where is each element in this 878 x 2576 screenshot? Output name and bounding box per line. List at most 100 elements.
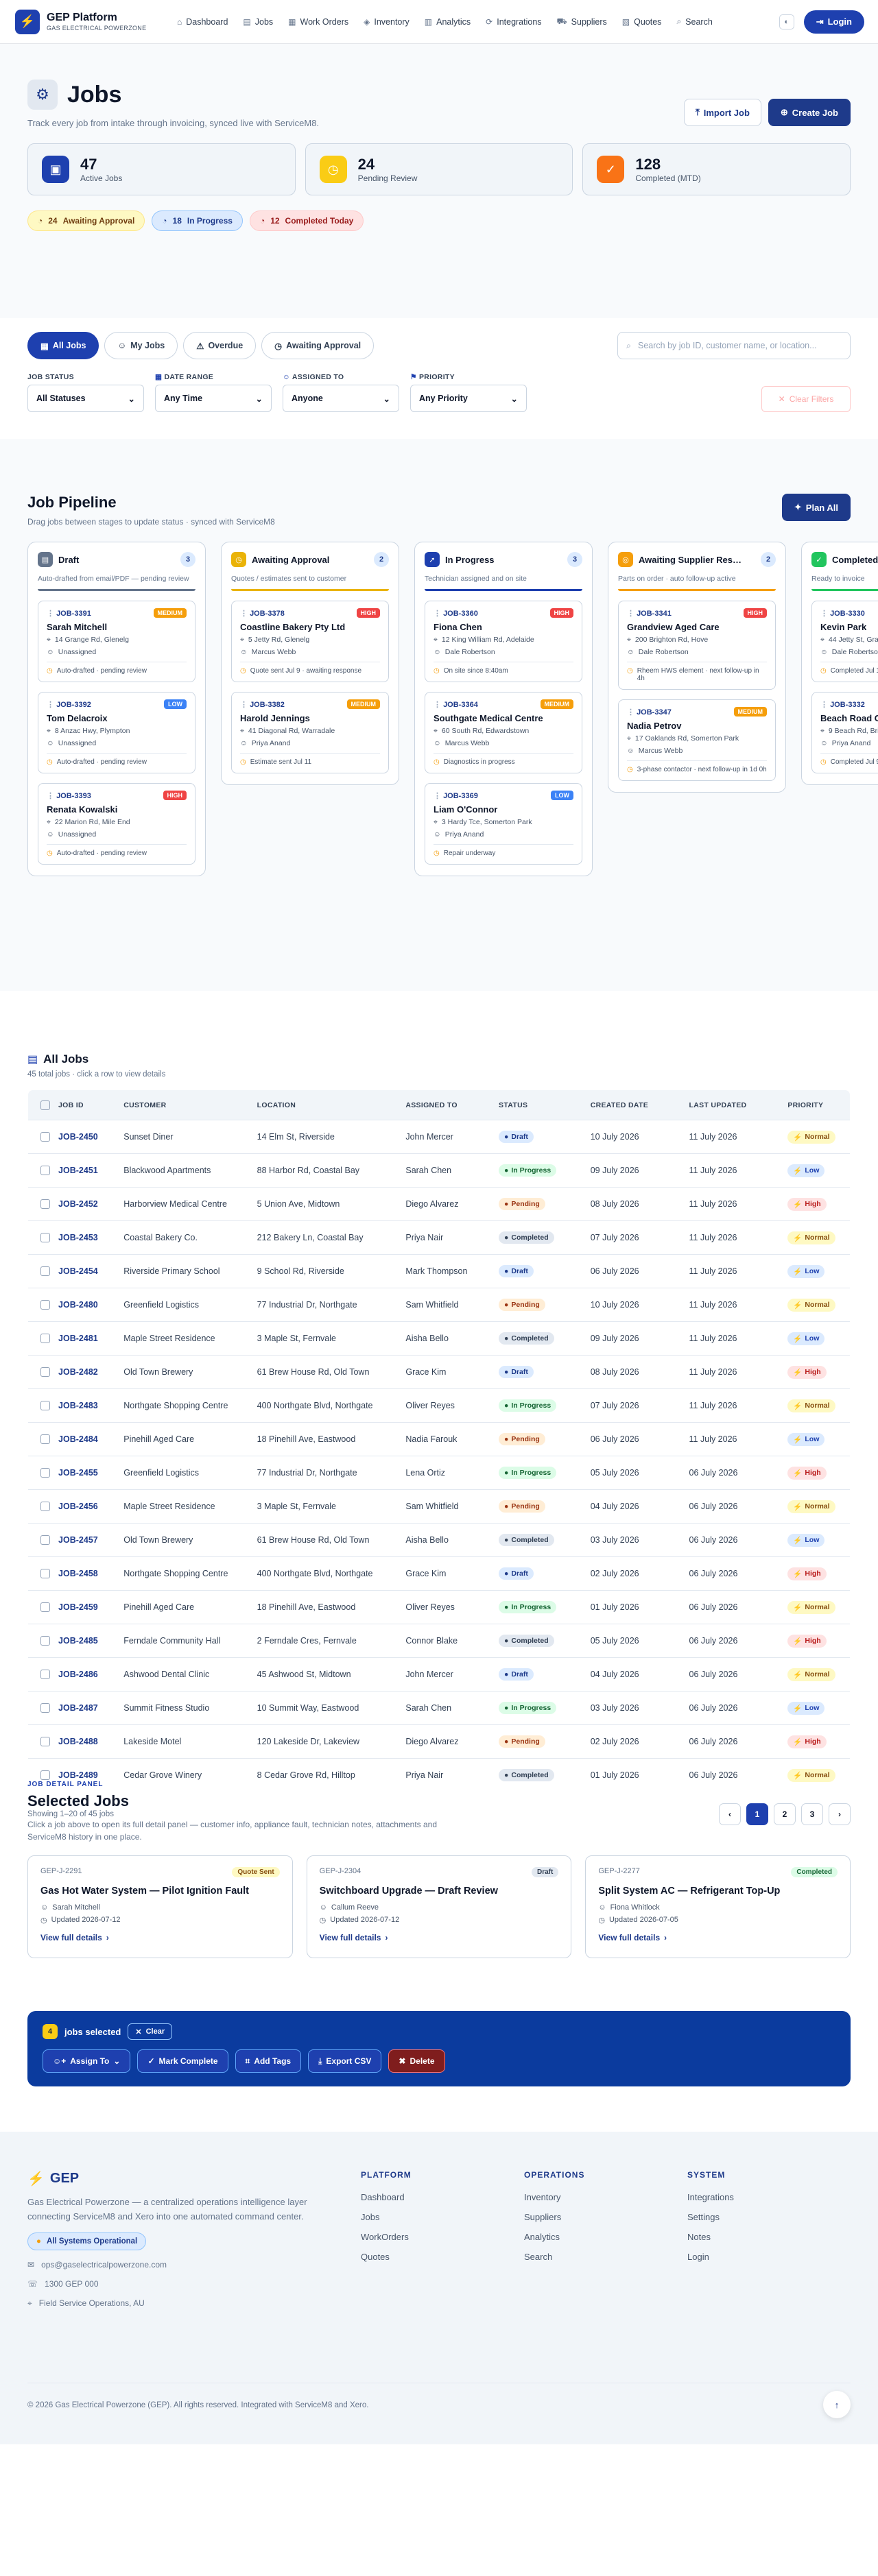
job-id-link[interactable]: JOB-2453 <box>58 1233 98 1242</box>
tab-overdue[interactable]: ⚠ Overdue <box>183 332 257 359</box>
row-checkbox[interactable] <box>40 1401 50 1410</box>
job-id-link[interactable]: JOB-2482 <box>58 1367 98 1377</box>
filter-select[interactable]: All Statuses ⌄ <box>27 385 144 412</box>
page-button[interactable]: › <box>829 1803 851 1825</box>
status-pill[interactable]: ◔ 24 Awaiting Approval <box>27 210 145 231</box>
table-row[interactable]: JOB-2459 Pinehill Aged Care 18 Pinehill Av… <box>28 1590 850 1624</box>
table-row[interactable]: JOB-2484 Pinehill Aged Care 18 Pinehill Av… <box>28 1422 850 1456</box>
column-header[interactable]: ASSIGNED TO <box>405 1090 499 1120</box>
delete-button[interactable]: ✖ Delete <box>388 2049 445 2073</box>
page-button[interactable]: 2 <box>774 1803 796 1825</box>
job-card[interactable]: ⋮ JOB-3378 HIGH Coastline Bakery Pty Ltd ⌖ 5… <box>231 601 389 683</box>
nav-link-dashboard[interactable]: ⌂ Dashboard <box>177 16 228 27</box>
table-row[interactable]: JOB-2483 Northgate Shopping Centre 400 Nor… <box>28 1388 850 1423</box>
job-card[interactable]: ⋮ JOB-3393 HIGH Renata Kowalski ⌖ 22 Marion … <box>38 783 195 865</box>
job-id-link[interactable]: JOB-2450 <box>58 1132 98 1142</box>
drag-handle-icon[interactable]: ⋮ <box>47 701 54 709</box>
row-checkbox[interactable] <box>40 1502 50 1511</box>
row-checkbox[interactable] <box>40 1569 50 1578</box>
job-card[interactable]: ⋮ JOB-3332LOWBeach Road Cafe⌖9 Beach Rd,… <box>811 692 878 774</box>
footer-link[interactable]: Settings <box>687 2212 851 2222</box>
page-button[interactable]: 1 <box>746 1803 768 1825</box>
add-tags-button[interactable]: ⌗ Add Tags <box>235 2049 302 2073</box>
filter-select[interactable]: Any Time ⌄ <box>155 385 272 412</box>
job-card[interactable]: ⋮ JOB-3369 LOW Liam O'Connor ⌖ 3 Hardy Tce, … <box>425 783 582 865</box>
selected-job-card[interactable]: GEP-J-2277 Completed Split System AC — Ref… <box>585 1855 851 1958</box>
job-id-link[interactable]: JOB-2489 <box>58 1770 98 1780</box>
table-row[interactable]: JOB-2452 Harborview Medical Centre 5 Union… <box>28 1187 850 1221</box>
table-row[interactable]: JOB-2486 Ashwood Dental Clinic 45 Ashwood … <box>28 1657 850 1692</box>
status-pill[interactable]: ◔ 18 In Progress <box>152 210 243 231</box>
footer-link[interactable]: Dashboard <box>361 2192 524 2202</box>
nav-link-search[interactable]: ⌕ Search <box>676 16 712 27</box>
table-row[interactable]: JOB-2480 Greenfield Logistics 77 Industria… <box>28 1288 850 1322</box>
drag-handle-icon[interactable]: ⋮ <box>434 792 441 800</box>
create-job-button[interactable]: ⊕ Create Job <box>768 99 851 126</box>
footer-link[interactable]: Suppliers <box>524 2212 687 2222</box>
selected-job-card[interactable]: GEP-J-2291 Quote Sent Gas Hot Water System… <box>27 1855 293 1958</box>
mark-complete-button[interactable]: ✓ Mark Complete <box>137 2049 228 2073</box>
column-header[interactable]: LOCATION <box>257 1090 406 1120</box>
job-id-link[interactable]: JOB-2484 <box>58 1434 98 1444</box>
job-id-link[interactable]: JOB-2451 <box>58 1166 98 1175</box>
row-checkbox[interactable] <box>40 1300 50 1310</box>
page-button[interactable]: ‹ <box>719 1803 741 1825</box>
page-button[interactable]: 3 <box>801 1803 823 1825</box>
table-row[interactable]: JOB-2456 Maple Street Residence 3 Maple St… <box>28 1489 850 1524</box>
column-header[interactable]: JOB ID <box>58 1090 123 1120</box>
drag-handle-icon[interactable]: ⋮ <box>820 701 828 709</box>
row-checkbox[interactable] <box>40 1670 50 1679</box>
filter-select[interactable]: Any Priority ⌄ <box>410 385 527 412</box>
job-id-link[interactable]: JOB-2483 <box>58 1401 98 1410</box>
footer-link[interactable]: Integrations <box>687 2192 851 2202</box>
plan-all-button[interactable]: ✦ Plan All <box>781 494 851 521</box>
nav-link-inventory[interactable]: ◈ Inventory <box>364 16 410 27</box>
column-header[interactable]: LAST UPDATED <box>689 1090 788 1120</box>
nav-link-jobs[interactable]: ▤ Jobs <box>243 16 273 27</box>
table-row[interactable]: JOB-2482 Old Town Brewery 61 Brew House Rd… <box>28 1355 850 1389</box>
job-card[interactable]: ⋮ JOB-3391 MEDIUM Sarah Mitchell ⌖ 14 Grange… <box>38 601 195 683</box>
table-row[interactable]: JOB-2454 Riverside Primary School 9 School… <box>28 1254 850 1288</box>
clear-selection-button[interactable]: ✕ Clear <box>128 2023 173 2040</box>
row-checkbox[interactable] <box>40 1535 50 1545</box>
job-id-link[interactable]: JOB-2457 <box>58 1535 98 1545</box>
job-id-link[interactable]: JOB-2459 <box>58 1602 98 1612</box>
row-checkbox[interactable] <box>40 1468 50 1478</box>
job-card[interactable]: ⋮ JOB-3382 MEDIUM Harold Jennings ⌖ 41 Diago… <box>231 692 389 774</box>
nav-link-suppliers[interactable]: ⛟ Suppliers <box>557 16 607 27</box>
drag-handle-icon[interactable]: ⋮ <box>627 708 634 717</box>
table-row[interactable]: JOB-2457 Old Town Brewery 61 Brew House Rd… <box>28 1523 850 1557</box>
search-input[interactable]: ⌕ Search by job ID, customer name, or lo… <box>617 332 851 359</box>
job-id-link[interactable]: JOB-2488 <box>58 1737 98 1746</box>
selected-job-card[interactable]: GEP-J-2304 Draft Switchboard Upgrade — Dra… <box>306 1855 572 1958</box>
job-id-link[interactable]: JOB-2455 <box>58 1468 98 1478</box>
job-card[interactable]: ⋮ JOB-3347 MEDIUM Nadia Petrov ⌖ 17 Oaklands… <box>618 699 776 782</box>
drag-handle-icon[interactable]: ⋮ <box>820 610 828 618</box>
import-job-button[interactable]: ⤒ Import Job <box>683 99 761 126</box>
column-header[interactable]: STATUS <box>499 1090 591 1120</box>
row-checkbox[interactable] <box>40 1602 50 1612</box>
job-id-link[interactable]: JOB-2485 <box>58 1636 98 1646</box>
table-row[interactable]: JOB-2481 Maple Street Residence 3 Maple St… <box>28 1321 850 1356</box>
footer-link[interactable]: Jobs <box>361 2212 524 2222</box>
select-all-checkbox[interactable] <box>40 1100 50 1110</box>
row-checkbox[interactable] <box>40 1367 50 1377</box>
assign-to-button[interactable]: ☺+ Assign To ⌄ <box>43 2049 131 2073</box>
table-row[interactable]: JOB-2455 Greenfield Logistics 77 Industria… <box>28 1456 850 1490</box>
table-row[interactable]: JOB-2450 Sunset Diner 14 Elm St, Riverside… <box>28 1120 850 1154</box>
job-id-link[interactable]: JOB-2480 <box>58 1300 98 1310</box>
clear-filters-button[interactable]: ✕ Clear Filters <box>761 386 851 412</box>
status-pill[interactable]: ◔ 12 Completed Today <box>249 210 364 231</box>
table-row[interactable]: JOB-2485 Ferndale Community Hall 2 Ferndal… <box>28 1624 850 1658</box>
footer-link[interactable]: Inventory <box>524 2192 687 2202</box>
job-id-link[interactable]: JOB-2452 <box>58 1199 98 1209</box>
export-csv-button[interactable]: ⤓ Export CSV <box>308 2049 382 2073</box>
footer-link[interactable]: Notes <box>687 2232 851 2242</box>
nav-link-work-orders[interactable]: ▦ Work Orders <box>288 16 348 27</box>
filter-select[interactable]: Anyone ⌄ <box>283 385 399 412</box>
drag-handle-icon[interactable]: ⋮ <box>47 792 54 800</box>
footer-link[interactable]: Quotes <box>361 2252 524 2262</box>
column-header[interactable]: CREATED DATE <box>591 1090 689 1120</box>
footer-link[interactable]: Login <box>687 2252 851 2262</box>
login-button[interactable]: ⇥ Login <box>803 10 864 34</box>
